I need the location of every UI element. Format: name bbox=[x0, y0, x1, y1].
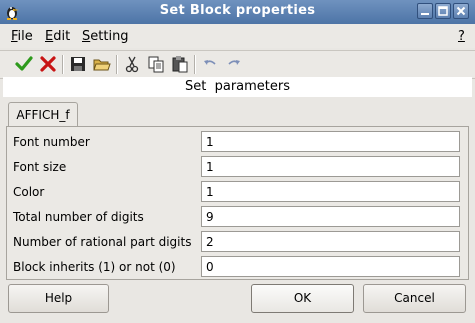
field-label-font-size: Font size bbox=[13, 160, 67, 174]
dialog-window: Set Block properties File Edit Setting ? bbox=[0, 0, 475, 323]
section-header: Set parameters bbox=[3, 77, 472, 97]
toolbar-separator bbox=[62, 55, 64, 74]
block-inherits-input[interactable] bbox=[201, 256, 460, 277]
tab-affich-f[interactable]: AFFICH_f bbox=[8, 102, 78, 126]
ok-check-icon[interactable] bbox=[15, 55, 33, 73]
paste-icon[interactable] bbox=[171, 55, 189, 73]
menu-bar: File Edit Setting ? bbox=[0, 24, 475, 48]
undo-icon[interactable] bbox=[201, 55, 219, 73]
redo-icon[interactable] bbox=[225, 55, 243, 73]
title-bar[interactable]: Set Block properties bbox=[0, 0, 475, 25]
total-digits-input[interactable] bbox=[201, 206, 460, 227]
cancel-button[interactable]: Cancel bbox=[363, 284, 466, 313]
maximize-button[interactable] bbox=[435, 3, 451, 19]
toolbar-separator bbox=[194, 55, 196, 74]
rational-digits-input[interactable] bbox=[201, 231, 460, 252]
field-label-font-number: Font number bbox=[13, 135, 90, 149]
menu-edit[interactable]: Edit bbox=[45, 29, 70, 44]
minimize-icon bbox=[421, 13, 429, 15]
field-label-block-inherits: Block inherits (1) or not (0) bbox=[13, 260, 176, 274]
field-label-total-digits: Total number of digits bbox=[13, 210, 144, 224]
field-label-color: Color bbox=[13, 185, 45, 199]
font-number-input[interactable] bbox=[201, 131, 460, 152]
minimize-button[interactable] bbox=[417, 3, 433, 19]
cut-icon[interactable] bbox=[123, 55, 141, 73]
menu-edit-label: dit bbox=[53, 29, 71, 44]
menu-help[interactable]: ? bbox=[458, 29, 465, 44]
close-icon bbox=[456, 6, 466, 16]
menu-edit-mnemonic: E bbox=[45, 29, 54, 44]
help-button[interactable]: Help bbox=[8, 284, 109, 313]
save-icon[interactable] bbox=[69, 55, 87, 73]
close-window-button[interactable] bbox=[453, 3, 469, 19]
cancel-x-icon[interactable] bbox=[39, 55, 57, 73]
color-input[interactable] bbox=[201, 181, 460, 202]
menu-file[interactable]: File bbox=[11, 29, 33, 44]
window-title: Set Block properties bbox=[159, 3, 316, 18]
menu-file-label: ile bbox=[17, 29, 33, 44]
open-folder-icon[interactable] bbox=[93, 55, 111, 73]
menu-help-label: ? bbox=[458, 29, 465, 44]
menu-setting-label: etting bbox=[90, 29, 129, 44]
copy-icon[interactable] bbox=[147, 55, 165, 73]
menu-setting[interactable]: Setting bbox=[82, 29, 129, 44]
ok-button[interactable]: OK bbox=[251, 284, 354, 313]
font-size-input[interactable] bbox=[201, 156, 460, 177]
toolbar bbox=[0, 50, 475, 79]
field-label-rational-digits: Number of rational part digits bbox=[13, 235, 192, 249]
maximize-icon bbox=[438, 6, 448, 16]
toolbar-separator bbox=[116, 55, 118, 74]
